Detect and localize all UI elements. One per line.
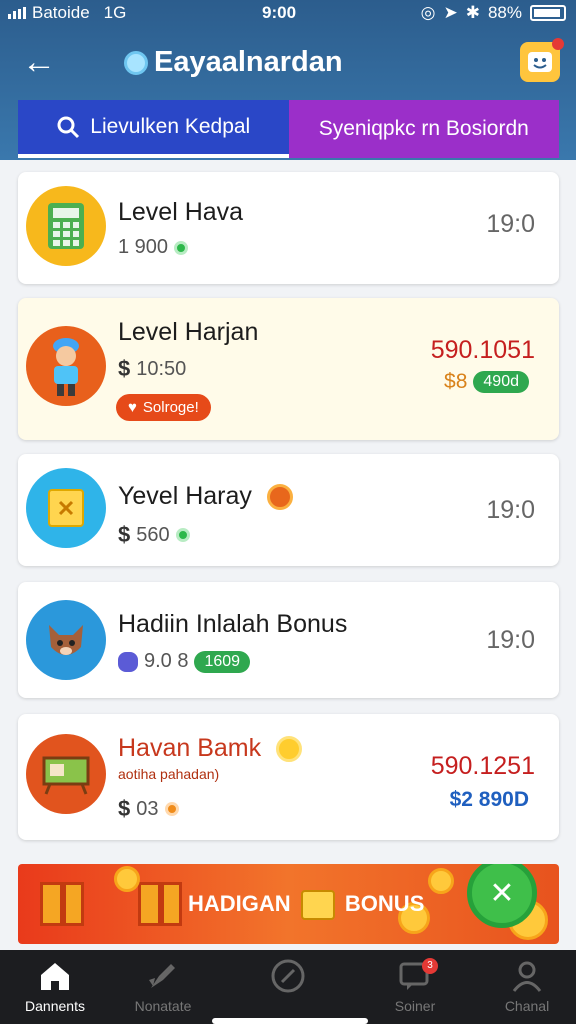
back-arrow-icon[interactable]: ← xyxy=(22,44,56,80)
search-icon xyxy=(57,116,80,139)
page-title: Eayaalnardan xyxy=(124,46,343,79)
status-dot-icon xyxy=(175,528,190,542)
item-value: 590.1051 xyxy=(430,336,535,364)
wallet-icon xyxy=(300,890,335,920)
coin-icon xyxy=(276,736,303,763)
gift-icon xyxy=(40,882,84,926)
compass-icon xyxy=(270,958,306,994)
item-value: 19:0 xyxy=(486,496,535,524)
item-value: 19:0 xyxy=(486,210,535,238)
notification-badge: 3 xyxy=(422,958,438,974)
page-title-text: Eayaalnardan xyxy=(154,46,343,78)
nav-label: Soiner xyxy=(394,998,436,1014)
item-value-sub: $2 890D xyxy=(449,788,529,811)
status-badge: ♥ Solroge! xyxy=(116,394,211,421)
item-title: Yevel Haray xyxy=(118,482,293,511)
home-indicator xyxy=(212,1018,368,1024)
profile-button[interactable] xyxy=(520,38,564,82)
list-item[interactable]: Havan Bamk aotiha pahadan) $ 03 590.1251… xyxy=(18,714,559,840)
nav-label: Dannents xyxy=(25,998,85,1014)
item-value: 19:0 xyxy=(486,626,535,654)
user-icon xyxy=(509,958,545,994)
dollar-icon: $ xyxy=(118,796,131,821)
tab-label: Lievulken Kedpal xyxy=(90,115,251,138)
nav-item-chat[interactable]: 3 Soiner xyxy=(360,958,470,1014)
calculator-icon xyxy=(26,186,106,266)
badge-label: Solroge! xyxy=(142,399,199,416)
fox-avatar-icon xyxy=(26,600,106,680)
amount-pill: 1609 xyxy=(194,650,251,673)
item-title: Level Harjan xyxy=(118,318,259,346)
gem-icon xyxy=(118,651,138,672)
value-pill: 490d xyxy=(473,371,529,393)
app-logo-icon xyxy=(124,50,148,75)
tab-bonus[interactable]: Syeniqpkc rn Bosiordn xyxy=(288,100,559,158)
worker-avatar-icon xyxy=(26,326,106,406)
carrier-label: Batoide xyxy=(32,3,90,22)
home-icon xyxy=(37,958,73,994)
tab-levels[interactable]: Lievulken Kedpal xyxy=(18,100,289,158)
nav-label: Nonatate xyxy=(134,998,192,1014)
tab-bar: Lievulken Kedpal Syeniqpkc rn Bosiordn xyxy=(18,100,559,158)
nav-item-profile[interactable]: Chanal xyxy=(472,958,576,1014)
battery-icon xyxy=(530,5,566,21)
status-dot-icon xyxy=(174,240,189,255)
coin-icon xyxy=(428,868,454,894)
nav-item-compass[interactable] xyxy=(233,958,343,998)
bank-sign-icon xyxy=(26,734,106,814)
item-amount: 560 xyxy=(136,523,170,546)
item-value-sub: $8 xyxy=(444,370,468,393)
dollar-icon: $ xyxy=(118,522,131,547)
list-item[interactable]: Hadiin Inlalah Bonus 9.0 8 1609 19:0 xyxy=(18,582,559,698)
smile-icon xyxy=(528,52,552,72)
banner-text: HADIGAN BONUS xyxy=(188,890,424,920)
app-bar: ← Eayaalnardan xyxy=(0,38,576,88)
item-amount: 1 900 xyxy=(118,236,169,258)
header: Batoide 1G 9:00 ◎ ➤ ✱ 88% ← Eayaalnardan xyxy=(0,0,576,160)
banner-text-b: BONUS xyxy=(344,890,425,916)
item-amount: 03 xyxy=(136,797,159,820)
signal-icon xyxy=(8,7,26,19)
note-icon xyxy=(26,468,106,548)
item-amount: 10:50 xyxy=(136,357,187,380)
bottom-nav: Dannents Nonatate 3 Soiner Chanal xyxy=(0,950,576,1024)
item-title-text: Yevel Haray xyxy=(118,482,252,510)
nav-item-rocket[interactable]: Nonatate xyxy=(108,958,218,1014)
coin-icon xyxy=(266,484,293,511)
clock: 9:00 xyxy=(262,3,297,22)
coin-icon xyxy=(114,866,140,892)
status-bar: Batoide 1G 9:00 ◎ ➤ ✱ 88% xyxy=(0,0,576,28)
item-value: 590.1251 xyxy=(430,752,535,780)
list-item[interactable]: Level Hava 1 900 19:0 xyxy=(18,172,559,284)
heart-icon: ♥ xyxy=(128,399,137,416)
banner-text-a: HADIGAN xyxy=(188,890,291,916)
tab-label: Syeniqpkc rn Bosiordn xyxy=(318,117,529,140)
item-amount: 9.0 8 xyxy=(144,650,189,672)
item-title: Havan Bamk xyxy=(118,734,303,763)
rocket-icon xyxy=(145,958,181,994)
battery-label: 88% xyxy=(487,3,522,22)
bonus-banner[interactable]: HADIGAN BONUS ✕ xyxy=(18,864,559,944)
nav-item-home[interactable]: Dannents xyxy=(0,958,110,1014)
list-item[interactable]: Level Harjan $ 10:50 ♥ Solroge! 590.1051… xyxy=(18,298,559,440)
item-title: Level Hava xyxy=(118,198,244,226)
network-label: 1G xyxy=(103,3,127,22)
item-subtitle: aotiha pahadan) xyxy=(118,766,220,782)
item-title: Hadiin Inlalah Bonus xyxy=(118,610,348,638)
alarm-icon: ◎ xyxy=(420,3,436,22)
status-dot-icon xyxy=(164,802,179,816)
location-icon: ➤ xyxy=(443,3,458,22)
dollar-icon: $ xyxy=(118,356,131,381)
gift-icon xyxy=(138,882,182,926)
item-title-text: Havan Bamk xyxy=(118,734,262,762)
nav-label: Chanal xyxy=(504,998,550,1014)
list-item[interactable]: Yevel Haray $ 560 19:0 xyxy=(18,454,559,566)
bluetooth-icon: ✱ xyxy=(465,3,480,22)
